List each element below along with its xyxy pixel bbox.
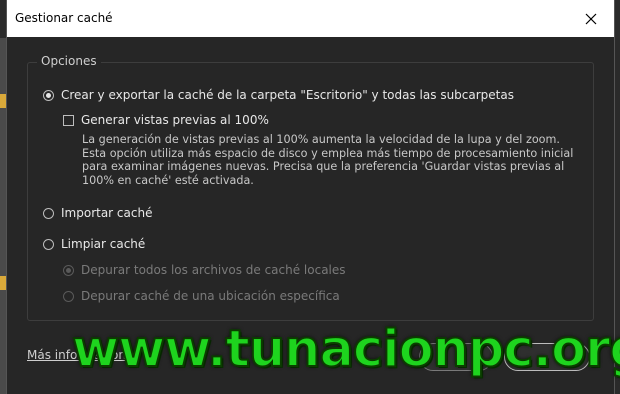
purge-location-option: Depurar caché de una ubicación específic…	[63, 289, 340, 303]
folder-icon	[0, 276, 7, 290]
dialog-title: Gestionar caché	[15, 11, 113, 25]
title-bar: Gestionar caché	[7, 0, 614, 37]
purge-location-label: Depurar caché de una ubicación específic…	[81, 289, 340, 303]
close-button[interactable]	[568, 0, 614, 37]
create-export-radio[interactable]	[43, 89, 54, 101]
clear-cache-option[interactable]: Limpiar caché	[43, 237, 145, 251]
purge-all-local-label: Depurar todos los archivos de caché loca…	[81, 263, 346, 277]
generate-previews-option[interactable]: Generar vistas previas al 100%	[63, 113, 269, 127]
create-export-option[interactable]: Crear y exportar la caché de la carpeta …	[43, 88, 514, 102]
options-group-label: Opciones	[37, 54, 101, 68]
clear-cache-radio[interactable]	[43, 238, 54, 250]
import-cache-label: Importar caché	[61, 206, 153, 220]
generate-previews-label: Generar vistas previas al 100%	[81, 113, 269, 127]
watermark-text: www.tunacionpc.org	[71, 319, 620, 380]
purge-all-local-radio	[63, 264, 74, 276]
import-cache-option[interactable]: Importar caché	[43, 206, 152, 220]
background-app-left-edge	[0, 38, 7, 394]
generate-previews-description: La generación de vistas previas al 100% …	[82, 133, 574, 187]
clear-cache-label: Limpiar caché	[61, 237, 146, 251]
purge-location-radio	[63, 290, 74, 302]
generate-previews-checkbox[interactable]	[63, 114, 74, 126]
import-cache-radio[interactable]	[43, 207, 54, 219]
create-export-label: Crear y exportar la caché de la carpeta …	[61, 88, 514, 102]
purge-all-local-option: Depurar todos los archivos de caché loca…	[63, 263, 346, 277]
folder-icon	[0, 94, 7, 108]
close-icon	[585, 13, 597, 24]
screen: Gestionar caché Opciones Crear y exporta…	[0, 0, 620, 394]
